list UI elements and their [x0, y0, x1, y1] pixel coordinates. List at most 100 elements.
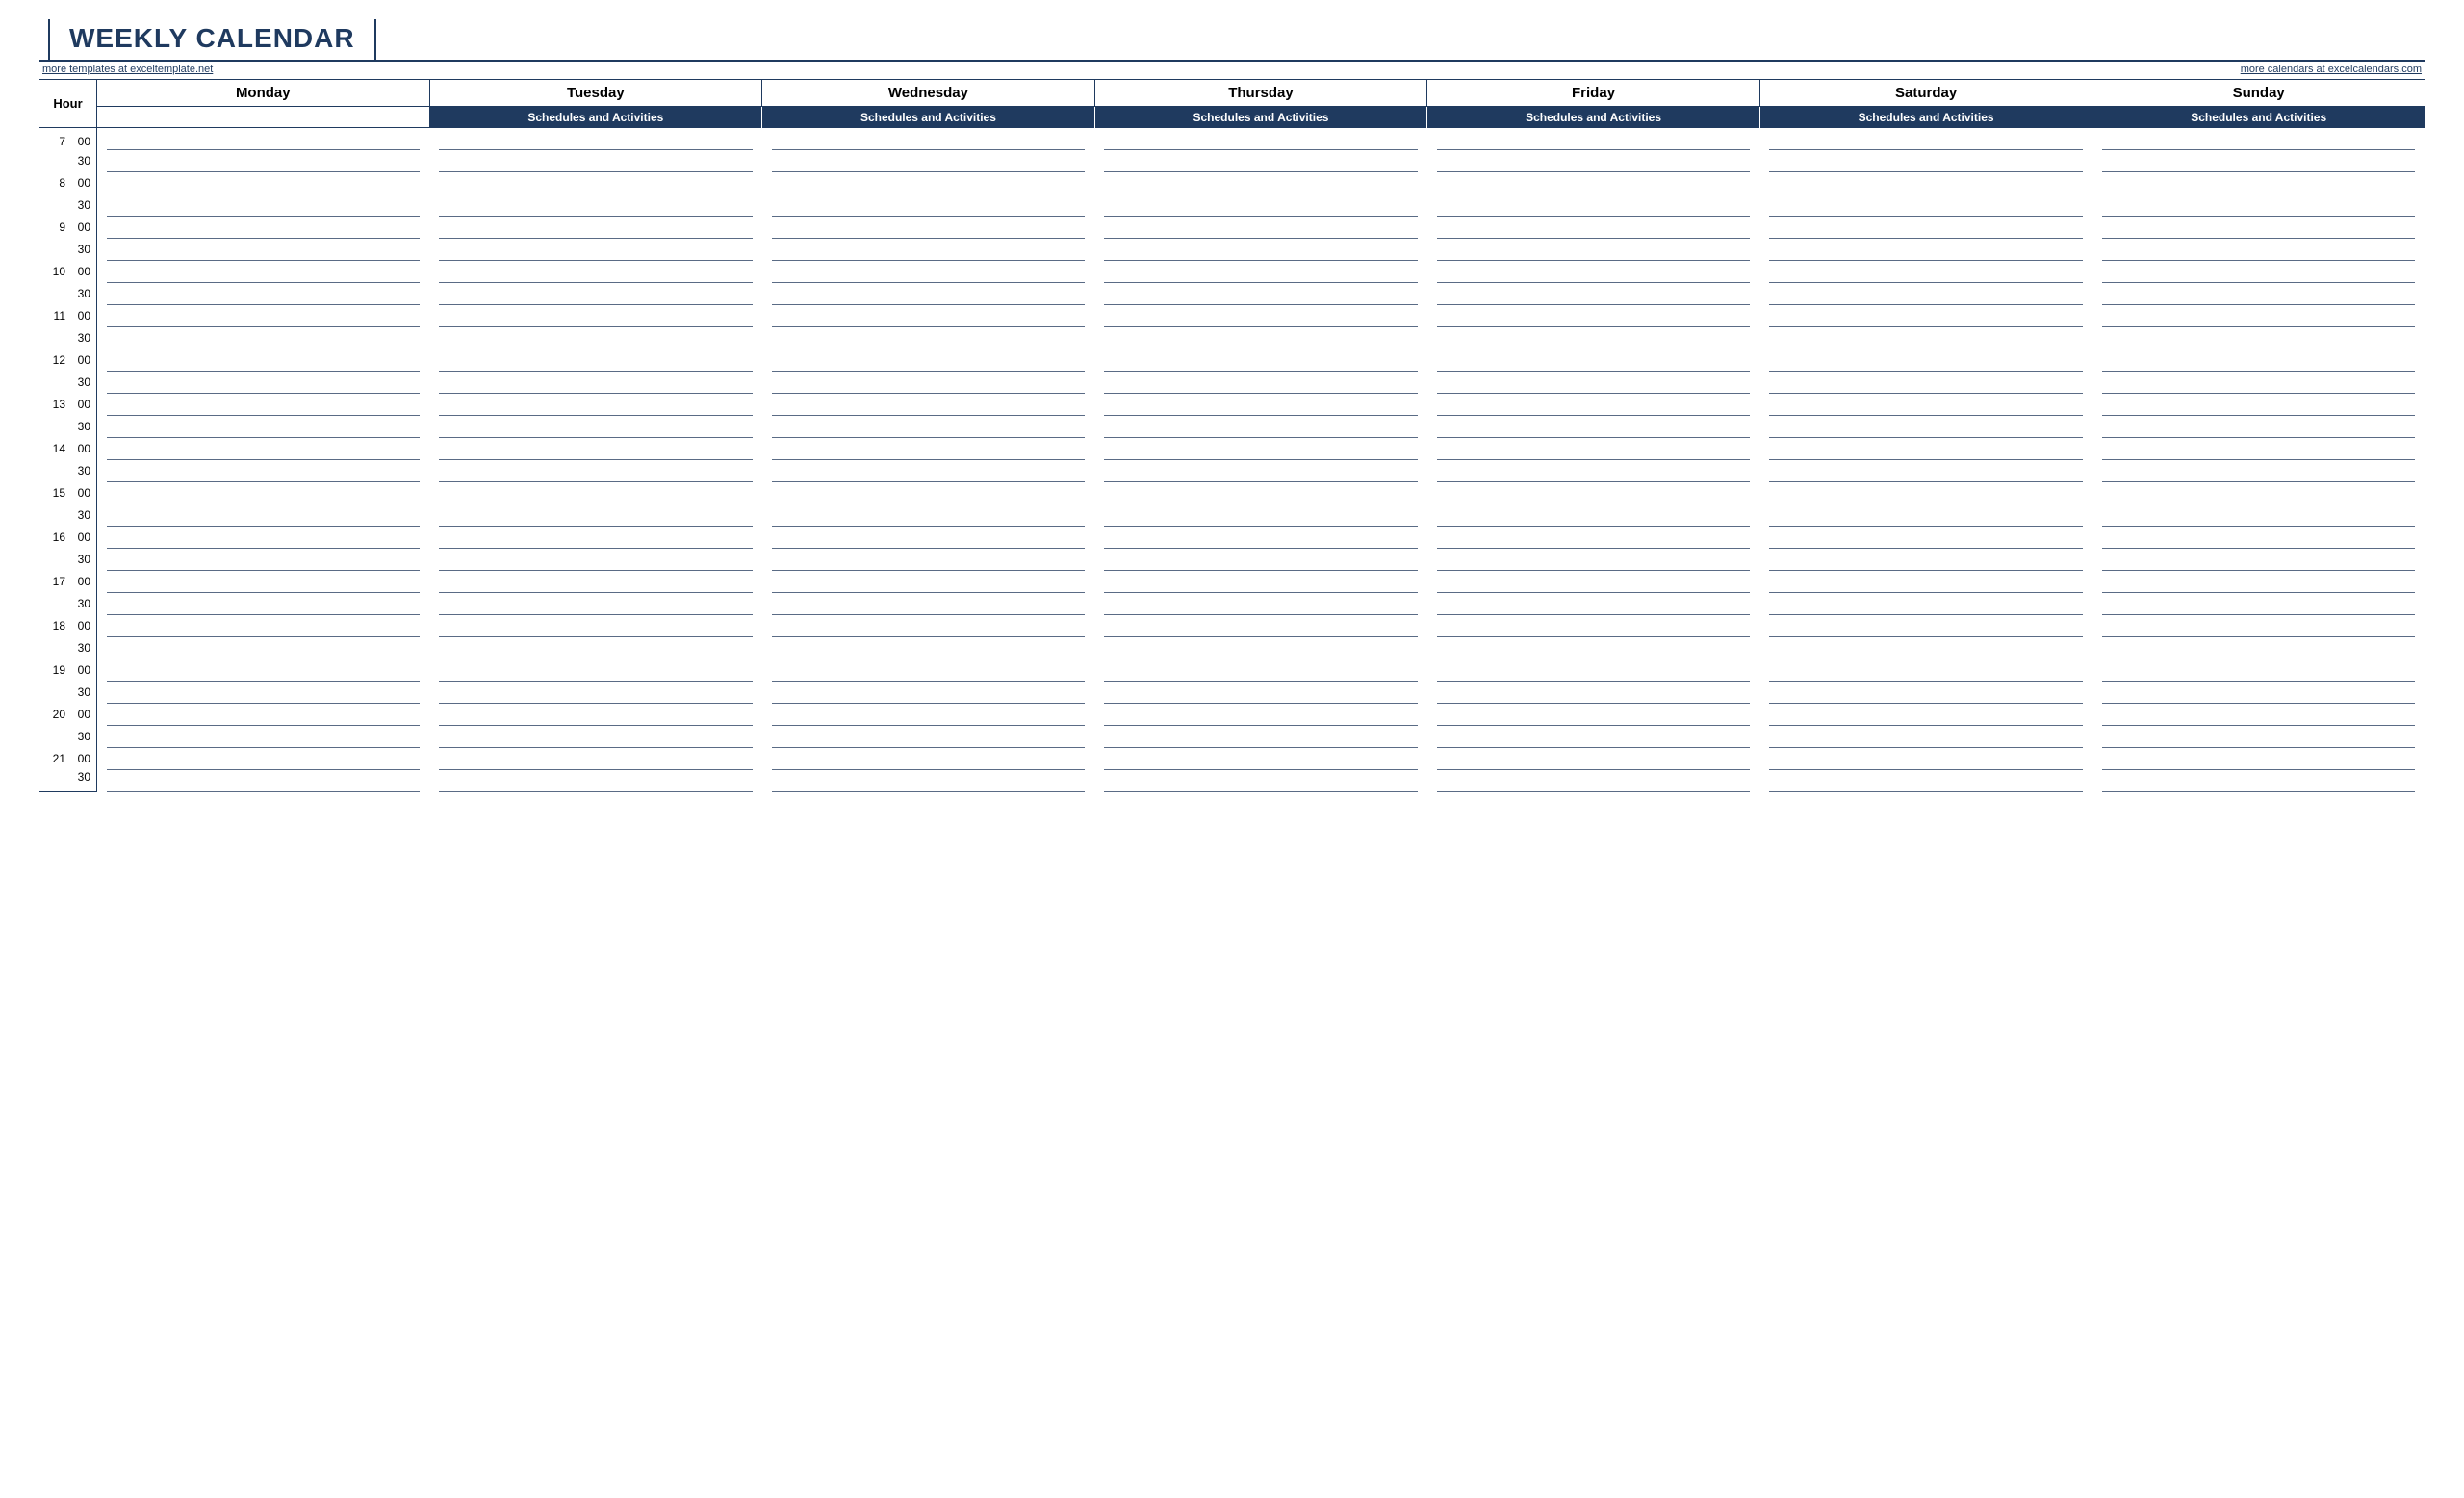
schedule-slot[interactable] — [762, 637, 1095, 659]
schedule-slot[interactable] — [762, 194, 1095, 217]
schedule-slot[interactable] — [1427, 305, 1760, 327]
schedule-slot[interactable] — [762, 704, 1095, 726]
schedule-slot[interactable] — [1427, 438, 1760, 460]
schedule-slot[interactable] — [97, 704, 430, 726]
schedule-slot[interactable] — [762, 416, 1095, 438]
schedule-slot[interactable] — [1759, 416, 2092, 438]
schedule-slot[interactable] — [2092, 394, 2426, 416]
schedule-slot[interactable] — [1759, 261, 2092, 283]
schedule-slot[interactable] — [762, 482, 1095, 504]
schedule-slot[interactable] — [1759, 372, 2092, 394]
schedule-slot[interactable] — [762, 770, 1095, 792]
schedule-slot[interactable] — [1759, 305, 2092, 327]
schedule-slot[interactable] — [762, 682, 1095, 704]
schedule-slot[interactable] — [2092, 305, 2426, 327]
schedule-slot[interactable] — [762, 349, 1095, 372]
schedule-slot[interactable] — [429, 327, 762, 349]
schedule-slot[interactable] — [1759, 659, 2092, 682]
schedule-slot[interactable] — [1094, 748, 1427, 770]
schedule-slot[interactable] — [762, 150, 1095, 172]
schedule-slot[interactable] — [1427, 770, 1760, 792]
schedule-slot[interactable] — [1759, 239, 2092, 261]
schedule-slot[interactable] — [429, 150, 762, 172]
schedule-slot[interactable] — [1094, 416, 1427, 438]
schedule-slot[interactable] — [762, 615, 1095, 637]
schedule-slot[interactable] — [2092, 327, 2426, 349]
schedule-slot[interactable] — [429, 283, 762, 305]
schedule-slot[interactable] — [1759, 482, 2092, 504]
schedule-slot[interactable] — [1759, 172, 2092, 194]
schedule-slot[interactable] — [2092, 748, 2426, 770]
schedule-slot[interactable] — [762, 239, 1095, 261]
schedule-slot[interactable] — [1759, 327, 2092, 349]
schedule-slot[interactable] — [429, 637, 762, 659]
schedule-slot[interactable] — [762, 261, 1095, 283]
schedule-slot[interactable] — [1759, 394, 2092, 416]
schedule-slot[interactable] — [1094, 571, 1427, 593]
schedule-slot[interactable] — [2092, 482, 2426, 504]
schedule-slot[interactable] — [762, 128, 1095, 150]
schedule-slot[interactable] — [1094, 349, 1427, 372]
schedule-slot[interactable] — [97, 438, 430, 460]
schedule-slot[interactable] — [1094, 615, 1427, 637]
schedule-slot[interactable] — [2092, 261, 2426, 283]
schedule-slot[interactable] — [429, 239, 762, 261]
schedule-slot[interactable] — [2092, 128, 2426, 150]
schedule-slot[interactable] — [1759, 438, 2092, 460]
schedule-slot[interactable] — [97, 283, 430, 305]
schedule-slot[interactable] — [1759, 194, 2092, 217]
schedule-slot[interactable] — [1094, 305, 1427, 327]
schedule-slot[interactable] — [2092, 372, 2426, 394]
schedule-slot[interactable] — [1094, 593, 1427, 615]
schedule-slot[interactable] — [1427, 549, 1760, 571]
schedule-slot[interactable] — [429, 482, 762, 504]
schedule-slot[interactable] — [429, 571, 762, 593]
schedule-slot[interactable] — [762, 217, 1095, 239]
schedule-slot[interactable] — [1759, 748, 2092, 770]
schedule-slot[interactable] — [762, 460, 1095, 482]
schedule-slot[interactable] — [429, 172, 762, 194]
schedule-slot[interactable] — [2092, 194, 2426, 217]
schedule-slot[interactable] — [1759, 549, 2092, 571]
schedule-slot[interactable] — [97, 372, 430, 394]
schedule-slot[interactable] — [1427, 482, 1760, 504]
schedule-slot[interactable] — [1094, 394, 1427, 416]
schedule-slot[interactable] — [1094, 637, 1427, 659]
schedule-slot[interactable] — [1427, 615, 1760, 637]
schedule-slot[interactable] — [1094, 128, 1427, 150]
schedule-slot[interactable] — [429, 460, 762, 482]
schedule-slot[interactable] — [1094, 327, 1427, 349]
schedule-slot[interactable] — [97, 637, 430, 659]
schedule-slot[interactable] — [1427, 682, 1760, 704]
schedule-slot[interactable] — [1759, 349, 2092, 372]
schedule-slot[interactable] — [1759, 460, 2092, 482]
schedule-slot[interactable] — [1427, 128, 1760, 150]
schedule-slot[interactable] — [2092, 217, 2426, 239]
schedule-slot[interactable] — [1759, 283, 2092, 305]
schedule-slot[interactable] — [1427, 372, 1760, 394]
schedule-slot[interactable] — [97, 327, 430, 349]
schedule-slot[interactable] — [1427, 637, 1760, 659]
schedule-slot[interactable] — [762, 593, 1095, 615]
schedule-slot[interactable] — [1759, 615, 2092, 637]
schedule-slot[interactable] — [1094, 659, 1427, 682]
schedule-slot[interactable] — [2092, 527, 2426, 549]
schedule-slot[interactable] — [97, 261, 430, 283]
schedule-slot[interactable] — [1427, 150, 1760, 172]
schedule-slot[interactable] — [762, 549, 1095, 571]
schedule-slot[interactable] — [762, 527, 1095, 549]
schedule-slot[interactable] — [2092, 349, 2426, 372]
schedule-slot[interactable] — [429, 704, 762, 726]
schedule-slot[interactable] — [1759, 637, 2092, 659]
schedule-slot[interactable] — [2092, 460, 2426, 482]
schedule-slot[interactable] — [1094, 460, 1427, 482]
schedule-slot[interactable] — [1094, 527, 1427, 549]
schedule-slot[interactable] — [1759, 726, 2092, 748]
schedule-slot[interactable] — [429, 549, 762, 571]
schedule-slot[interactable] — [1427, 217, 1760, 239]
schedule-slot[interactable] — [97, 593, 430, 615]
schedule-slot[interactable] — [2092, 593, 2426, 615]
schedule-slot[interactable] — [1094, 549, 1427, 571]
schedule-slot[interactable] — [1094, 261, 1427, 283]
schedule-slot[interactable] — [2092, 172, 2426, 194]
